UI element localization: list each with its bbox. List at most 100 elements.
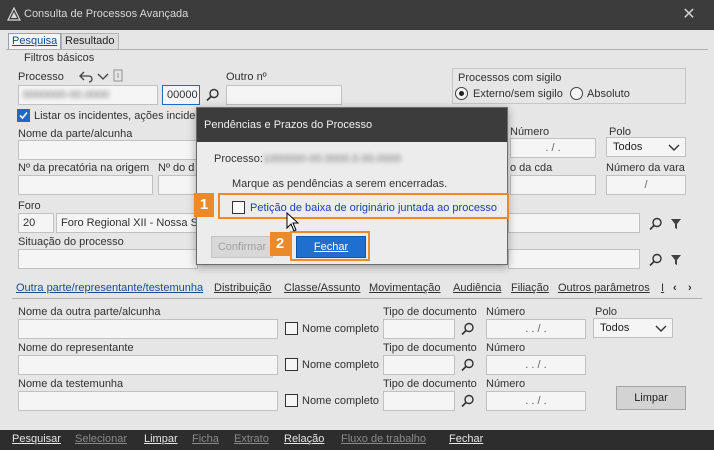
testemunha-input[interactable] [18,391,278,411]
nome-completo-label: Nome completo [302,323,380,335]
foro-extra-input[interactable] [508,213,640,233]
radio-absoluto[interactable] [570,87,583,100]
polo-value: Todos [613,141,643,153]
tab-filiacao[interactable]: Filiação [511,282,549,294]
polo-select[interactable]: Todos [606,137,686,157]
testemunha-nome-completo-checkbox[interactable] [285,394,298,407]
confirmar-button[interactable]: Confirmar [211,236,273,258]
nd-label: Nº do d [158,162,195,174]
search-icon[interactable] [205,87,221,103]
foro-label: Foro [18,200,41,212]
toolbar-extrato-button[interactable]: Extrato [234,433,269,445]
outro-numero-input[interactable] [226,85,342,105]
title-bar: Consulta de Processos Avançada ✕ [0,0,714,30]
dialog-instruction: Marque as pendências a serem encerradas. [232,178,448,190]
toolbar-pesquisar-button[interactable]: Pesquisar [12,433,61,445]
situacao-input[interactable] [18,249,198,269]
highlight-fechar [290,231,370,261]
tab-resultado[interactable]: Resultado [61,33,119,49]
lower-tab-divider [12,298,702,299]
tab-movimentacao[interactable]: Movimentação [369,282,441,294]
processo-suffix-input[interactable]: 00000 [162,85,200,105]
numero-vara-input[interactable]: / [606,175,686,195]
numero-doc-input[interactable]: . . / . [486,391,586,411]
info-icon[interactable] [110,68,126,84]
search-icon[interactable] [460,393,476,409]
listar-incidentes-checkbox[interactable] [17,109,30,122]
polo-lower-label: Polo [595,306,618,318]
radio-externo-label: Externo/sem sigilo [473,88,563,100]
nome-parte-input[interactable] [18,140,198,160]
processo-input[interactable]: 0000000-00.0000 [18,85,158,105]
situacao-extra-input[interactable] [508,249,640,269]
outra-parte-label: Nome da outra parte/alcunha [18,306,161,318]
clear-filter-icon[interactable] [668,252,684,268]
foro-code-input[interactable]: 20 [18,213,54,233]
tipo-doc-input[interactable] [383,355,455,375]
search-icon[interactable] [648,252,664,268]
nd-input[interactable] [158,175,198,195]
numero-doc-label: Número [486,342,526,354]
nome-completo-label: Nome completo [302,395,380,407]
close-window-button[interactable]: ✕ [676,3,702,27]
numero-doc-label: Número [486,306,526,318]
dialog-title: Pendências e Prazos do Processo [197,108,507,142]
toolbar-limpar-button[interactable]: Limpar [144,433,178,445]
toolbar-fluxo-button[interactable]: Fluxo de trabalho [341,433,426,445]
radio-externo[interactable] [455,87,468,100]
polo-lower-select[interactable]: Todos [593,318,673,338]
search-icon[interactable] [460,321,476,337]
tabs-prev-button[interactable]: ‹ [673,282,677,294]
toolbar-fechar-button[interactable]: Fechar [449,433,483,445]
tab-outros-parametros[interactable]: Outros parâmetros [558,282,650,294]
numero-vara-label: Número da vara [606,162,685,174]
tipo-doc-input[interactable] [383,319,455,339]
representante-nome-completo-checkbox[interactable] [285,358,298,371]
toolbar-selecionar-button[interactable]: Selecionar [75,433,127,445]
tipo-doc-label: Tipo de documento [383,306,477,318]
tabs-next-button[interactable]: › [688,282,692,294]
numero-doc-label: Número [486,378,526,390]
filtros-basicos-legend: Filtros básicos [24,52,95,64]
processo-label: Processo [18,71,64,83]
app-logo-icon [7,7,21,21]
tab-overflow-fragment[interactable]: I [661,282,664,294]
tab-classe-assunto[interactable]: Classe/Assunto [284,282,360,294]
tab-pesquisa[interactable]: Pesquisa [8,33,62,49]
representante-label: Nome do representante [18,342,134,354]
bottom-toolbar: Pesquisar Selecionar Limpar Ficha Extrat… [0,430,714,450]
toolbar-relacao-button[interactable]: Relação [284,433,324,445]
nome-completo-label: Nome completo [302,359,380,371]
chevron-down-icon[interactable] [95,68,111,84]
processo-value: 0000000-00.0000 [23,89,110,101]
outra-parte-input[interactable] [18,319,278,339]
cda-input[interactable] [510,175,596,195]
radio-absoluto-label: Absoluto [587,88,630,100]
cda-label: o da cda [510,162,553,174]
tipo-doc-input[interactable] [383,391,455,411]
highlight-pendencia [218,193,509,219]
tab-outra-parte[interactable]: Outra parte/representante/testemunha [16,282,203,294]
tab-divider [6,49,708,50]
check-icon [19,111,28,120]
numero-doc-input[interactable]: . . / . [486,319,586,339]
search-icon[interactable] [648,216,664,232]
toolbar-ficha-button[interactable]: Ficha [192,433,219,445]
numero-doc-input[interactable]: . . / . [486,355,586,375]
dialog-processo-label: Processo: [214,153,263,165]
numero-input[interactable]: . / . [510,138,596,158]
foro-name-input[interactable]: Foro Regional XII - Nossa Sen [56,213,198,233]
undo-icon[interactable] [78,68,94,84]
clear-filter-icon[interactable] [668,216,684,232]
numero-label: Número [510,126,550,138]
polo-lower-value: Todos [600,322,630,334]
limpar-button[interactable]: Limpar [616,386,686,410]
outro-numero-label: Outro nº [226,71,267,83]
precatoria-input[interactable] [18,175,153,195]
outra-parte-nome-completo-checkbox[interactable] [285,322,298,335]
search-icon[interactable] [460,357,476,373]
tab-distribuicao[interactable]: Distribuição [214,282,271,294]
representante-input[interactable] [18,355,278,375]
tab-audiencia[interactable]: Audiência [453,282,501,294]
tipo-doc-label: Tipo de documento [383,342,477,354]
